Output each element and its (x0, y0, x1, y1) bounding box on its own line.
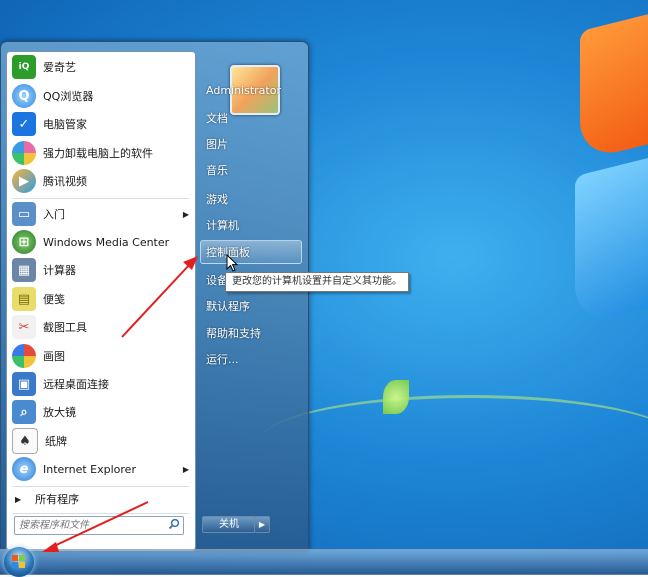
annotation-arrows (42, 256, 198, 552)
annotation-arrow-control-panel (121, 256, 198, 338)
annotation-arrow-start-button (42, 501, 149, 552)
